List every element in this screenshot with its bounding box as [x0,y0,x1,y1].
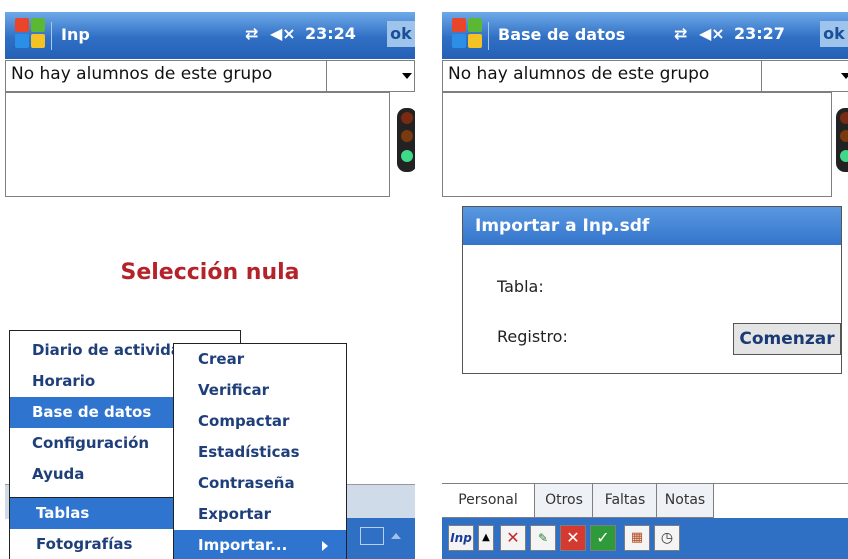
title-bar: Base de datos ⇄ ◀× 23:27 ok [442,12,848,59]
combo-divider [326,61,327,91]
chevron-down-icon[interactable] [841,73,848,79]
delete-icon[interactable]: ✕ [500,525,526,551]
group-select[interactable]: No hay alumnos de este grupo [5,60,415,92]
submenu-item-importar[interactable]: Importar... [174,530,346,559]
arrow-up-icon[interactable] [391,533,401,539]
keyboard-icon[interactable] [360,527,384,545]
clock-time: 23:24 [305,24,356,43]
bottom-toolbar: Inp ▲ ✕ ✎ ✕ ✓ ▦ ◷ [442,518,848,559]
submenu-item-compactar[interactable]: Compactar [174,406,346,437]
ok-button[interactable]: ok [387,21,415,47]
checkmark-icon[interactable]: ✓ [590,525,616,551]
submenu-item-crear[interactable]: Crear [174,344,346,375]
calendar-icon[interactable]: ▦ [624,525,650,551]
clock-icon[interactable]: ◷ [654,525,680,551]
connectivity-icon: ⇄ [674,24,688,43]
group-select-value: No hay alumnos de este grupo [11,64,273,84]
chevron-down-icon[interactable] [402,73,412,79]
tab-personal[interactable]: Personal [442,484,535,518]
tab-faltas[interactable]: Faltas [592,484,658,518]
tab-strip: Personal Otros Faltas Notas [442,483,848,519]
database-submenu: Crear Verificar Compactar Estadísticas C… [173,343,347,559]
left-screen: Inp ⇄ ◀× 23:24 ok No hay alumnos de este… [5,12,415,559]
speaker-muted-icon[interactable]: ◀× [270,24,296,43]
table-label: Tabla: [497,277,544,296]
windows-logo-icon[interactable] [452,18,484,50]
tab-otros[interactable]: Otros [534,484,594,518]
student-list[interactable] [442,92,832,197]
submenu-item-verificar[interactable]: Verificar [174,375,346,406]
group-select-value: No hay alumnos de este grupo [448,64,710,84]
dialog-title: Importar a Inp.sdf [463,207,841,245]
title-bar: Inp ⇄ ◀× 23:24 ok [5,12,415,59]
speaker-muted-icon[interactable]: ◀× [699,24,725,43]
group-select[interactable]: No hay alumnos de este grupo [442,60,848,92]
submenu-item-exportar[interactable]: Exportar [174,499,346,530]
traffic-light-icon [836,108,848,172]
windows-logo-icon[interactable] [15,18,47,50]
submenu-item-contrasena[interactable]: Contraseña [174,468,346,499]
app-title: Inp [61,25,90,44]
edit-icon[interactable]: ✎ [530,525,556,551]
tables-menu: Tablas Fotografías [9,497,183,559]
start-button[interactable]: Comenzar [733,323,841,355]
student-list[interactable] [5,92,390,197]
null-selection-text: Selección nula [120,260,300,285]
submenu-item-importar-label: Importar... [198,536,288,554]
connectivity-icon: ⇄ [245,24,259,43]
submenu-item-estadisticas[interactable]: Estadísticas [174,437,346,468]
import-dialog: Importar a Inp.sdf Tabla: Registro: Come… [462,206,842,374]
app-title: Base de datos [498,25,626,44]
menu-item-fotografias[interactable]: Fotografías [10,529,182,559]
title-separator [51,22,52,50]
remove-icon[interactable]: ✕ [560,525,586,551]
tab-notas[interactable]: Notas [656,484,714,518]
record-label: Registro: [497,327,568,346]
clock-time: 23:27 [734,24,785,43]
ok-button[interactable]: ok [820,21,848,47]
chevron-right-icon [322,541,328,551]
right-screen: Base de datos ⇄ ◀× 23:27 ok No hay alumn… [442,12,848,559]
arrow-up-icon[interactable]: ▲ [478,525,494,551]
traffic-light-icon [397,108,415,172]
menu-item-tablas[interactable]: Tablas [10,498,182,529]
combo-divider [761,61,762,91]
app-icon[interactable]: Inp [448,525,474,551]
title-separator [488,22,489,50]
